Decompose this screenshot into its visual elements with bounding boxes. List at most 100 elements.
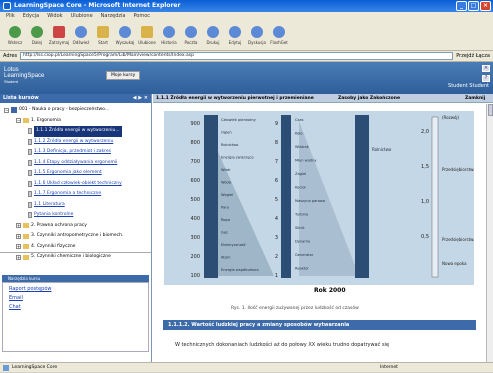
figure-label: 5 bbox=[275, 197, 278, 203]
my-courses-button[interactable]: Moje kursy bbox=[106, 71, 141, 80]
figure-label: 400 bbox=[190, 216, 200, 222]
back-button[interactable]: Wstecz bbox=[4, 26, 26, 45]
print-button[interactable]: Drukuj bbox=[202, 26, 224, 45]
home-button[interactable]: Start bbox=[92, 26, 114, 45]
figure-label: 600 bbox=[190, 178, 200, 184]
tree-item[interactable]: 1.1.7 Ergonomia a techniczne bbox=[0, 189, 151, 200]
expand-toggle-icon[interactable]: + bbox=[16, 244, 21, 250]
tree-item[interactable]: Pytania kontrolne bbox=[0, 210, 151, 221]
edit-button[interactable]: Edytuj bbox=[224, 26, 246, 45]
menu-help[interactable]: Pomoc bbox=[133, 12, 150, 21]
expand-toggle-icon[interactable]: − bbox=[4, 107, 9, 113]
figure-label: Człowiek pierwotny bbox=[221, 118, 257, 122]
tree-item[interactable]: 1.1.5 Ergonomia jako element bbox=[0, 168, 151, 179]
scrollbar-thumb[interactable] bbox=[488, 104, 493, 116]
forward-button[interactable]: Dalej bbox=[26, 26, 48, 45]
favorites-icon bbox=[141, 26, 153, 38]
history-button[interactable]: Historia bbox=[158, 26, 180, 45]
figure-label: 900 bbox=[190, 121, 200, 127]
tree-item-label: 1.1.3 Definicja, przedmiot i zakres bbox=[34, 149, 111, 154]
figure-label: 1,5 bbox=[421, 164, 429, 170]
favorites-button[interactable]: Ulubione bbox=[136, 26, 158, 45]
minimize-button[interactable]: _ bbox=[456, 1, 467, 11]
pane-controls-icon[interactable]: ◀ ▶ × bbox=[133, 94, 148, 103]
tree-item[interactable]: 1.1.4 Etapy oddziaływania ergonomii bbox=[0, 158, 151, 169]
chat-link[interactable]: Chat bbox=[9, 304, 142, 310]
figure-label: 200 bbox=[190, 254, 200, 260]
tree-item-label: 3. Czynniki antropometryczne i biomech. bbox=[31, 233, 124, 238]
figure-label: 3 bbox=[275, 235, 278, 241]
tree-item-label: 1.1 Literatura bbox=[34, 201, 65, 207]
search-icon bbox=[119, 26, 131, 38]
mark-complete-link[interactable]: Zasoby jako Zakończone bbox=[338, 94, 400, 103]
toolbar-label: Start bbox=[98, 40, 108, 45]
figure-label: Wiatrak bbox=[295, 145, 310, 149]
figure-label: Gaz bbox=[221, 231, 228, 235]
folder-icon bbox=[23, 244, 29, 250]
tree-item[interactable]: − 1. Ergonomia bbox=[0, 116, 151, 127]
menu-file[interactable]: Plik bbox=[6, 12, 15, 21]
close-content-link[interactable]: Zamknij bbox=[465, 94, 485, 103]
tree-item-label: 4. Czynniki fizyczne bbox=[31, 243, 76, 249]
mail-icon bbox=[185, 26, 197, 38]
mail-button[interactable]: Poczta bbox=[180, 26, 202, 45]
content-title: 1.1.1 Źródła energii w wytworzeniu pierw… bbox=[156, 96, 314, 101]
tree-item[interactable]: 1.1.1 Źródła energii w wytworzeniu... bbox=[0, 126, 151, 137]
expand-toggle-icon[interactable]: + bbox=[16, 233, 21, 239]
flashget-button[interactable]: FlashGet bbox=[268, 26, 290, 45]
expand-toggle-icon[interactable]: + bbox=[16, 254, 21, 260]
menu-favorites[interactable]: Ulubione bbox=[71, 12, 93, 21]
figure-label: Koło bbox=[295, 132, 303, 136]
tree-item[interactable]: 1.1.2 Źródła energii w wytworzeniu bbox=[0, 137, 151, 148]
figure-label: Wiatr bbox=[221, 168, 231, 172]
tree-item[interactable]: 1.1.6 Układ człowiek-obiekt techniczny bbox=[0, 179, 151, 190]
page-icon bbox=[28, 128, 32, 135]
close-icon[interactable]: × bbox=[482, 65, 490, 72]
figure-label: Generator bbox=[295, 253, 314, 257]
go-button[interactable]: Przejdź bbox=[456, 53, 474, 59]
figure-caption: Rys. 1. Ilość energii zużywanej przez lu… bbox=[231, 306, 359, 311]
toolbar-label: Dyskusja bbox=[248, 40, 266, 45]
tree-item-label: 1.1.2 Źródła energii w wytworzeniu bbox=[34, 138, 114, 144]
history-icon bbox=[163, 26, 175, 38]
tree-item[interactable]: 1.1.3 Definicja, przedmiot i zakres bbox=[0, 147, 151, 158]
stop-button[interactable]: Zatrzymaj bbox=[48, 26, 70, 45]
figure-label: 800 bbox=[190, 140, 200, 146]
search-button[interactable]: Wyszukaj bbox=[114, 26, 136, 45]
progress-report-link[interactable]: Raport postępów bbox=[9, 286, 142, 292]
figure-label: Energia zwierzęca bbox=[221, 156, 254, 160]
course-tools-header: Narzędzia kursu bbox=[2, 275, 149, 282]
menu-view[interactable]: Widok bbox=[47, 12, 62, 21]
page-icon bbox=[28, 159, 32, 166]
expand-toggle-icon[interactable]: + bbox=[16, 223, 21, 229]
tree-item[interactable]: − 001 - Nauka o pracy - bezpieczeństwo... bbox=[0, 105, 151, 116]
tree-item[interactable]: +4. Czynniki fizyczne bbox=[0, 242, 151, 253]
links-label[interactable]: Łącza bbox=[476, 53, 490, 59]
figure-label: 100 bbox=[190, 273, 200, 279]
expand-toggle-icon[interactable]: − bbox=[16, 118, 21, 124]
student-name: Student Student bbox=[448, 83, 489, 89]
address-input[interactable]: http://lss.ciop.pl/LearningSpace5/Progra… bbox=[20, 52, 454, 60]
body-text: W technicznych dokonaniach ludzkości aż … bbox=[175, 342, 390, 348]
tree-item[interactable]: +3. Czynniki antropometryczne i biomech. bbox=[0, 231, 151, 242]
content-scrollbar[interactable] bbox=[486, 104, 493, 362]
close-button[interactable]: × bbox=[480, 1, 491, 11]
toolbar-label: Dalej bbox=[31, 40, 43, 45]
menu-edit[interactable]: Edycja bbox=[23, 12, 40, 21]
figure-label: 1,0 bbox=[421, 199, 429, 205]
figure-label: 2,0 bbox=[421, 129, 429, 135]
menu-tools[interactable]: Narzędzia bbox=[101, 12, 126, 21]
tree-item[interactable]: +2. Prawna ochrona pracy bbox=[0, 221, 151, 232]
course-tree: − 001 - Nauka o pracy - bezpieczeństwo...… bbox=[0, 103, 151, 260]
course-list-pane: Lista kursów ◀ ▶ × − 001 - Nauka o pracy … bbox=[0, 94, 152, 362]
figure-label: 700 bbox=[190, 159, 200, 165]
discuss-button[interactable]: Dyskusja bbox=[246, 26, 268, 45]
help-icon[interactable]: ? bbox=[482, 75, 490, 82]
address-bar: Adres http://lss.ciop.pl/LearningSpace5/… bbox=[0, 51, 493, 62]
refresh-button[interactable]: Odśwież bbox=[70, 26, 92, 45]
figure-label: Ogień bbox=[221, 131, 232, 135]
tree-item[interactable]: 1.1 Literatura bbox=[0, 200, 151, 211]
email-link[interactable]: Email bbox=[9, 295, 142, 301]
maximize-button[interactable]: □ bbox=[468, 1, 479, 11]
tree-item[interactable]: +5. Czynniki chemiczne i biologiczne bbox=[0, 252, 151, 263]
